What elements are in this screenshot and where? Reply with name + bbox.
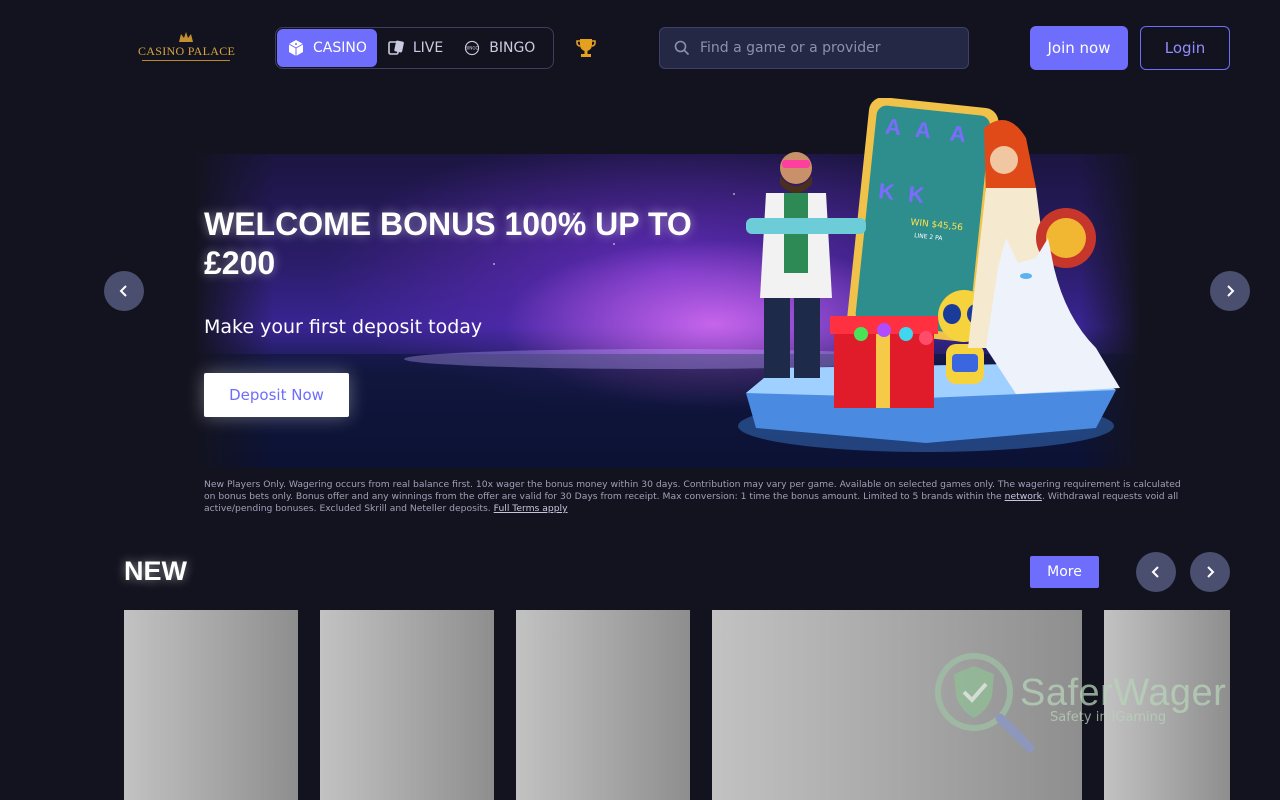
tab-bingo-label: BINGO [489,40,536,56]
logo-text: CASINO PALACE [138,44,236,58]
banner-prev-button[interactable] [104,271,144,311]
product-tabs: CASINO LIVE BINGO BINGO [275,27,554,69]
banner-subtitle: Make your first deposit today [204,316,483,338]
svg-text:A: A [949,120,968,147]
saferwager-watermark: SaferWager Safety in iGaming [934,652,1230,756]
tab-casino[interactable]: CASINO [277,29,377,67]
bingo-ball-icon: BINGO [463,39,481,57]
banner-fade-left [194,154,274,468]
dice-icon [287,39,305,57]
svg-text:A: A [884,114,903,141]
banner-characters-illustration: AAA KK WIN $45,56 LINE 2 PA [738,98,1120,452]
svg-text:K: K [907,181,926,208]
tab-live-label: LIVE [412,40,444,56]
banner-next-button[interactable] [1210,271,1250,311]
chevron-left-icon [1151,566,1159,578]
svg-text:K: K [877,178,896,205]
login-button[interactable]: Login [1140,26,1230,70]
section-prev-button[interactable] [1136,552,1176,592]
section-title-new: NEW [124,556,187,586]
chevron-right-icon [1207,566,1215,578]
network-link[interactable]: network [1005,491,1042,502]
chevron-left-icon [119,285,127,297]
full-terms-link[interactable]: Full Terms apply [494,503,568,514]
search-input[interactable] [700,40,950,56]
watermark-brand: SaferWager [1020,672,1227,714]
deposit-now-button[interactable]: Deposit Now [204,373,349,417]
tab-casino-label: CASINO [313,40,367,56]
game-search[interactable] [659,27,969,69]
join-now-button[interactable]: Join now [1030,26,1128,70]
svg-text:BINGO: BINGO [466,46,479,51]
game-card[interactable] [124,610,298,800]
section-next-button[interactable] [1190,552,1230,592]
casino-palace-logo[interactable]: CASINO PALACE [138,30,236,64]
chevron-right-icon [1227,285,1235,297]
logo-underline [142,60,230,61]
crown-icon [179,32,193,42]
game-card[interactable] [516,610,690,800]
tab-bingo[interactable]: BINGO BINGO [453,29,545,67]
banner-title: WELCOME BONUS 100% UP TO £200 [204,206,692,281]
cards-icon [387,39,405,57]
bonus-terms: New Players Only. Wagering occurs from r… [204,479,1184,515]
search-icon [674,40,690,56]
more-button[interactable]: More [1030,556,1099,588]
tab-live[interactable]: LIVE [377,29,453,67]
game-card[interactable] [320,610,494,800]
svg-text:A: A [914,117,933,144]
trophy-icon[interactable] [574,36,598,60]
watermark-tagline: Safety in iGaming [1050,710,1167,725]
